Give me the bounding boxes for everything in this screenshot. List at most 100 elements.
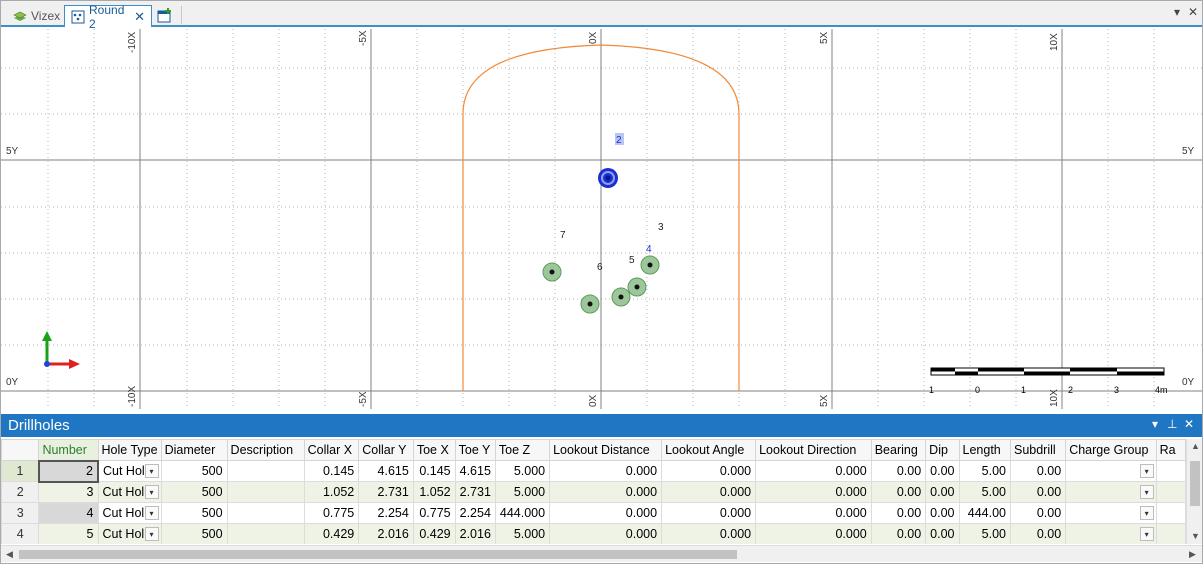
table-row[interactable]: 1 2 Cut Hol ▾ 500 0.145 4.615 0.145 4.615 5.000 0.… — [1, 459, 1186, 483]
vertical-scrollbar[interactable]: ▲ ▼ — [1186, 439, 1202, 544]
dropdown-arrow-icon[interactable]: ▾ — [144, 527, 159, 541]
dropdown-arrow-icon[interactable]: ▾ — [144, 464, 159, 478]
tab-list-dropdown-icon[interactable]: ▾ — [1174, 5, 1180, 19]
table-cell[interactable]: ▾ — [1065, 523, 1157, 544]
new-tab-icon[interactable] — [156, 7, 174, 25]
scroll-right-icon[interactable]: ▶ — [1189, 549, 1196, 560]
table-cell[interactable] — [1155, 460, 1186, 482]
table-cell[interactable]: 0.775 — [303, 502, 360, 524]
dropdown-arrow-icon[interactable]: ▾ — [1139, 464, 1154, 478]
table-cell[interactable]: 0.775 — [412, 502, 456, 524]
table-row[interactable]: 4 5 Cut Hol ▾ 500 0.429 2.016 0.429 2.016 5.000 0.… — [1, 523, 1186, 544]
table-cell[interactable]: 0.00 — [870, 460, 927, 482]
table-cell[interactable]: Cut Hol ▾ — [97, 502, 162, 524]
dropdown-arrow-icon[interactable]: ▾ — [1139, 527, 1154, 541]
table-row[interactable]: 3 4 Cut Hol ▾ 500 0.775 2.254 0.775 2.254 444.000… — [1, 502, 1186, 524]
table-cell[interactable]: 0.00 — [870, 523, 927, 544]
table-cell[interactable]: 4 — [38, 502, 99, 524]
table-cell[interactable]: 2.016 — [454, 523, 496, 544]
table-cell[interactable] — [1155, 502, 1186, 524]
table-cell[interactable]: 500 — [160, 502, 228, 524]
table-cell[interactable]: 2.254 — [358, 502, 414, 524]
table-cell[interactable]: 1.052 — [303, 481, 360, 503]
column-header[interactable]: Toe Y — [454, 439, 496, 461]
table-cell[interactable]: 2.731 — [454, 481, 496, 503]
table-cell[interactable]: 0.00 — [1009, 523, 1067, 544]
table-cell[interactable]: 444.000 — [494, 502, 551, 524]
table-cell[interactable]: Cut Hol ▾ — [97, 523, 162, 544]
table-cell[interactable]: 5 — [38, 523, 99, 544]
table-cell[interactable]: 0.000 — [661, 460, 757, 482]
table-cell[interactable]: 2.016 — [358, 523, 414, 544]
table-cell[interactable] — [226, 481, 305, 503]
design-viewport[interactable]: -10X -5X 0X 5X 10X -10X -5X 0X 5X 10X 5Y… — [1, 29, 1202, 409]
table-cell[interactable]: 0.000 — [755, 460, 872, 482]
column-header[interactable]: Collar Y — [358, 439, 414, 461]
table-cell[interactable]: 4.615 — [454, 460, 496, 482]
table-cell[interactable]: 5.000 — [494, 523, 551, 544]
table-cell[interactable]: 4.615 — [358, 460, 414, 482]
table-cell[interactable]: 500 — [160, 523, 228, 544]
table-cell[interactable] — [1155, 481, 1186, 503]
panel-menu-dropdown-icon[interactable]: ▾ — [1152, 417, 1158, 431]
scroll-up-icon[interactable]: ▲ — [1191, 441, 1200, 451]
table-cell[interactable] — [226, 460, 305, 482]
column-header[interactable]: Lookout Direction — [755, 439, 872, 461]
table-cell[interactable] — [1155, 523, 1186, 544]
table-cell[interactable]: 500 — [160, 481, 228, 503]
table-cell[interactable]: 0.00 — [1009, 481, 1067, 503]
column-header[interactable]: Lookout Distance — [549, 439, 663, 461]
table-cell[interactable]: 0.000 — [661, 502, 757, 524]
pin-icon[interactable]: ⊥ — [1167, 417, 1177, 431]
close-tab-icon[interactable]: ✕ — [134, 9, 145, 25]
table-cell[interactable]: 0.145 — [412, 460, 456, 482]
table-cell[interactable] — [226, 502, 305, 524]
dropdown-arrow-icon[interactable]: ▾ — [144, 485, 159, 499]
column-header[interactable]: Hole Type — [97, 439, 162, 461]
table-cell[interactable]: 5.00 — [958, 481, 1011, 503]
table-cell[interactable]: 0.145 — [303, 460, 360, 482]
column-header[interactable]: Length — [958, 439, 1011, 461]
row-header[interactable]: 2 — [1, 481, 40, 503]
table-cell[interactable]: 0.00 — [1009, 460, 1067, 482]
column-header[interactable]: Bearing — [870, 439, 927, 461]
table-cell[interactable]: 0.000 — [661, 481, 757, 503]
table-cell[interactable]: 2.254 — [454, 502, 496, 524]
column-header[interactable]: Dip — [925, 439, 960, 461]
table-cell[interactable]: 0.000 — [661, 523, 757, 544]
scroll-thumb[interactable] — [19, 550, 737, 559]
table-cell[interactable]: 0.000 — [549, 460, 663, 482]
selected-drillhole[interactable] — [598, 168, 618, 188]
table-cell[interactable]: 0.00 — [870, 502, 927, 524]
scroll-thumb[interactable] — [1190, 461, 1200, 506]
column-header[interactable]: Number — [38, 439, 99, 461]
table-cell[interactable]: 0.000 — [755, 481, 872, 503]
column-header[interactable]: Diameter — [160, 439, 228, 461]
tab-vizex[interactable]: Vizex — [7, 5, 63, 27]
column-header[interactable]: Description — [226, 439, 305, 461]
table-cell[interactable]: 0.000 — [549, 502, 663, 524]
table-cell[interactable]: 0.00 — [925, 523, 960, 544]
table-cell[interactable]: 3 — [38, 481, 99, 503]
table-cell[interactable]: 5.00 — [958, 523, 1011, 544]
table-cell[interactable]: 5.00 — [958, 460, 1011, 482]
row-header[interactable]: 4 — [1, 523, 40, 544]
table-cell[interactable]: 0.000 — [755, 523, 872, 544]
table-cell[interactable]: 0.00 — [925, 460, 960, 482]
table-cell[interactable]: ▾ — [1065, 481, 1157, 503]
table-cell[interactable]: 2 — [37, 459, 100, 483]
table-cell[interactable]: 0.000 — [549, 481, 663, 503]
table-cell[interactable]: 0.000 — [549, 523, 663, 544]
scroll-down-icon[interactable]: ▼ — [1191, 531, 1200, 541]
dropdown-arrow-icon[interactable]: ▾ — [144, 506, 159, 520]
table-cell[interactable]: 0.429 — [303, 523, 360, 544]
table-cell[interactable]: 0.00 — [925, 502, 960, 524]
table-cell[interactable]: 5.000 — [494, 460, 551, 482]
table-cell[interactable]: ▾ — [1065, 502, 1157, 524]
column-header[interactable]: Toe Z — [494, 439, 551, 461]
table-cell[interactable]: 0.429 — [412, 523, 456, 544]
table-cell[interactable]: 5.000 — [494, 481, 551, 503]
column-header[interactable]: Charge Group — [1065, 439, 1157, 461]
drillholes-grid[interactable]: Number Hole Type Diameter Description Collar… — [1, 439, 1186, 544]
table-cell[interactable]: Cut Hol ▾ — [97, 460, 162, 482]
